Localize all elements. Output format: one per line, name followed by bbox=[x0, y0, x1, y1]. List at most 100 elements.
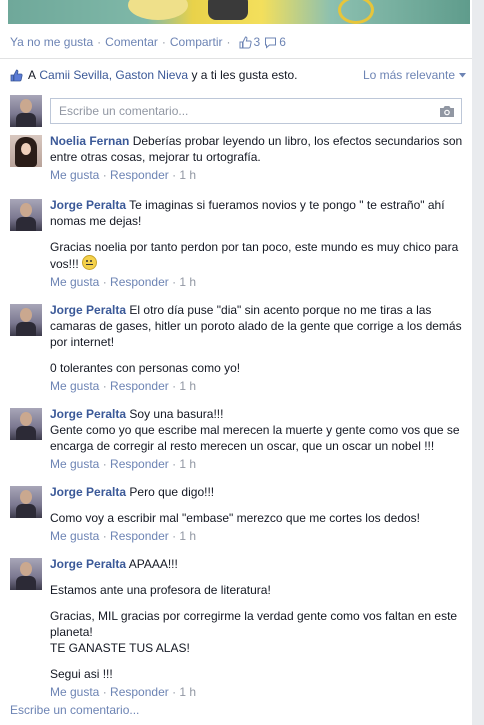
divider bbox=[0, 58, 472, 59]
comments-count-value: 6 bbox=[279, 35, 286, 49]
avatar[interactable] bbox=[10, 558, 42, 590]
comment-item: Jorge Peralta El otro día puse "dia" sin… bbox=[10, 302, 466, 394]
comment-reply-link[interactable]: Responder bbox=[110, 168, 169, 182]
post-photo[interactable] bbox=[8, 0, 470, 24]
avatar-body bbox=[16, 426, 36, 440]
comment-text: APAAA!!! bbox=[128, 557, 178, 571]
comment-time[interactable]: 1 h bbox=[179, 457, 196, 471]
comment-text: Estamos ante una profesora de literatura… bbox=[50, 583, 271, 597]
comment-meta: Me gusta · Responder · 1 h bbox=[50, 275, 197, 289]
avatar-head bbox=[20, 490, 32, 504]
comment-item: Jorge Peralta APAAA!!! Estamos ante una … bbox=[10, 556, 466, 700]
comment-like-link[interactable]: Me gusta bbox=[50, 529, 99, 543]
likers-prefix: A bbox=[28, 68, 37, 82]
speech-bubble-icon bbox=[265, 37, 277, 49]
comment-author-link[interactable]: Jorge Peralta bbox=[50, 407, 126, 421]
separator: · bbox=[161, 35, 166, 49]
likes-count[interactable]: 3 bbox=[239, 35, 261, 49]
sort-dropdown[interactable]: Lo más relevante bbox=[363, 68, 466, 82]
comment-input-wrapper bbox=[50, 98, 462, 124]
comment-author-link[interactable]: Jorge Peralta bbox=[50, 303, 126, 317]
comment-item: Noelia Fernan Deberías probar leyendo un… bbox=[10, 133, 466, 183]
confused-face-icon bbox=[82, 255, 98, 270]
avatar[interactable] bbox=[10, 95, 42, 127]
comment-author-link[interactable]: Jorge Peralta bbox=[50, 485, 126, 499]
avatar[interactable] bbox=[10, 408, 42, 440]
comment-body: Noelia Fernan Deberías probar leyendo un… bbox=[50, 133, 466, 183]
comment-text: Gracias noelia por tanto perdon por tan … bbox=[50, 240, 462, 271]
comment-body: Jorge Peralta APAAA!!! Estamos ante una … bbox=[50, 556, 466, 700]
avatar[interactable] bbox=[10, 304, 42, 336]
comment-like-link[interactable]: Me gusta bbox=[50, 379, 99, 393]
likers-names-link[interactable]: Camii Sevilla, Gaston Nieva bbox=[39, 68, 188, 82]
comment-like-link[interactable]: Me gusta bbox=[50, 168, 99, 182]
unlike-link[interactable]: Ya no me gusta bbox=[10, 35, 93, 49]
comment-time[interactable]: 1 h bbox=[179, 529, 196, 543]
comment-link[interactable]: Comentar bbox=[105, 35, 158, 49]
avatar-body bbox=[16, 576, 36, 590]
avatar-body bbox=[16, 322, 36, 336]
comment-body: Jorge Peralta Pero que digo!!! Como voy … bbox=[50, 484, 466, 544]
page-gutter bbox=[472, 0, 484, 725]
comment-text: 0 tolerantes con personas como yo! bbox=[50, 361, 241, 375]
avatar-head bbox=[20, 203, 32, 217]
avatar-body bbox=[16, 217, 36, 231]
comment-text: Pero que digo!!! bbox=[129, 485, 215, 499]
comment-like-link[interactable]: Me gusta bbox=[50, 275, 99, 289]
avatar-head bbox=[20, 562, 32, 576]
comments-count[interactable]: 6 bbox=[264, 35, 286, 49]
comment-item: Jorge Peralta Pero que digo!!! Como voy … bbox=[10, 484, 466, 544]
thumbs-up-icon bbox=[10, 69, 23, 81]
thumbs-up-icon bbox=[239, 35, 252, 48]
avatar-head bbox=[20, 412, 32, 426]
post-actions-bar: Ya no me gusta · Comentar · Compartir · … bbox=[10, 35, 286, 49]
comment-author-link[interactable]: Jorge Peralta bbox=[50, 198, 126, 212]
comment-reply-link[interactable]: Responder bbox=[110, 275, 169, 289]
likers-row: A Camii Sevilla, Gaston Nieva y a ti les… bbox=[10, 68, 466, 82]
comment-like-link[interactable]: Me gusta bbox=[50, 685, 99, 699]
comment-meta: Me gusta · Responder · 1 h bbox=[50, 685, 197, 699]
photo-shape bbox=[128, 0, 188, 20]
avatar[interactable] bbox=[10, 199, 42, 231]
separator: · bbox=[97, 35, 102, 49]
comment-meta: Me gusta · Responder · 1 h bbox=[50, 379, 197, 393]
comment-author-link[interactable]: Jorge Peralta bbox=[50, 557, 126, 571]
separator: · bbox=[226, 35, 231, 49]
comment-text: Gracias, MIL gracias por corregirme la v… bbox=[50, 609, 458, 655]
likes-count-value: 3 bbox=[253, 35, 261, 49]
comment-time[interactable]: 1 h bbox=[179, 685, 196, 699]
avatar-head bbox=[20, 99, 32, 113]
comment-time[interactable]: 1 h bbox=[179, 168, 196, 182]
comment-time[interactable]: 1 h bbox=[179, 379, 196, 393]
sort-label: Lo más relevante bbox=[362, 68, 455, 82]
share-link[interactable]: Compartir bbox=[170, 35, 223, 49]
avatar[interactable] bbox=[10, 486, 42, 518]
comment-body: Jorge Peralta Te imaginas si fueramos no… bbox=[50, 197, 466, 290]
comment-reply-link[interactable]: Responder bbox=[110, 529, 169, 543]
comment-reply-link[interactable]: Responder bbox=[110, 457, 169, 471]
photo-shape bbox=[208, 0, 248, 20]
caret-down-icon bbox=[459, 72, 466, 77]
avatar-body bbox=[16, 504, 36, 518]
comment-author-link[interactable]: Noelia Fernan bbox=[50, 134, 129, 148]
comment-item: Jorge Peralta Te imaginas si fueramos no… bbox=[10, 197, 466, 290]
comment-meta: Me gusta · Responder · 1 h bbox=[50, 168, 197, 182]
avatar-head bbox=[20, 308, 32, 322]
comment-body: Jorge Peralta Soy una basura!!! Gente co… bbox=[50, 406, 466, 472]
comment-reply-link[interactable]: Responder bbox=[110, 379, 169, 393]
comment-reply-link[interactable]: Responder bbox=[110, 685, 169, 699]
likers-suffix: y a ti les gusta esto. bbox=[191, 68, 298, 82]
avatar-face bbox=[21, 143, 31, 155]
avatar[interactable] bbox=[10, 135, 42, 167]
comment-meta: Me gusta · Responder · 1 h bbox=[50, 457, 197, 471]
comment-body: Jorge Peralta El otro día puse "dia" sin… bbox=[50, 302, 466, 394]
comment-like-link[interactable]: Me gusta bbox=[50, 457, 99, 471]
comment-text: Como voy a escribir mal "embase" merezco… bbox=[50, 511, 421, 525]
comment-input[interactable] bbox=[57, 103, 439, 119]
comment-item: Jorge Peralta Soy una basura!!! Gente co… bbox=[10, 406, 466, 472]
comment-composer bbox=[10, 95, 462, 127]
photo-shape bbox=[338, 0, 374, 24]
camera-icon[interactable] bbox=[439, 105, 455, 118]
write-comment-link[interactable]: Escribe un comentario... bbox=[10, 703, 139, 717]
comment-time[interactable]: 1 h bbox=[179, 275, 196, 289]
